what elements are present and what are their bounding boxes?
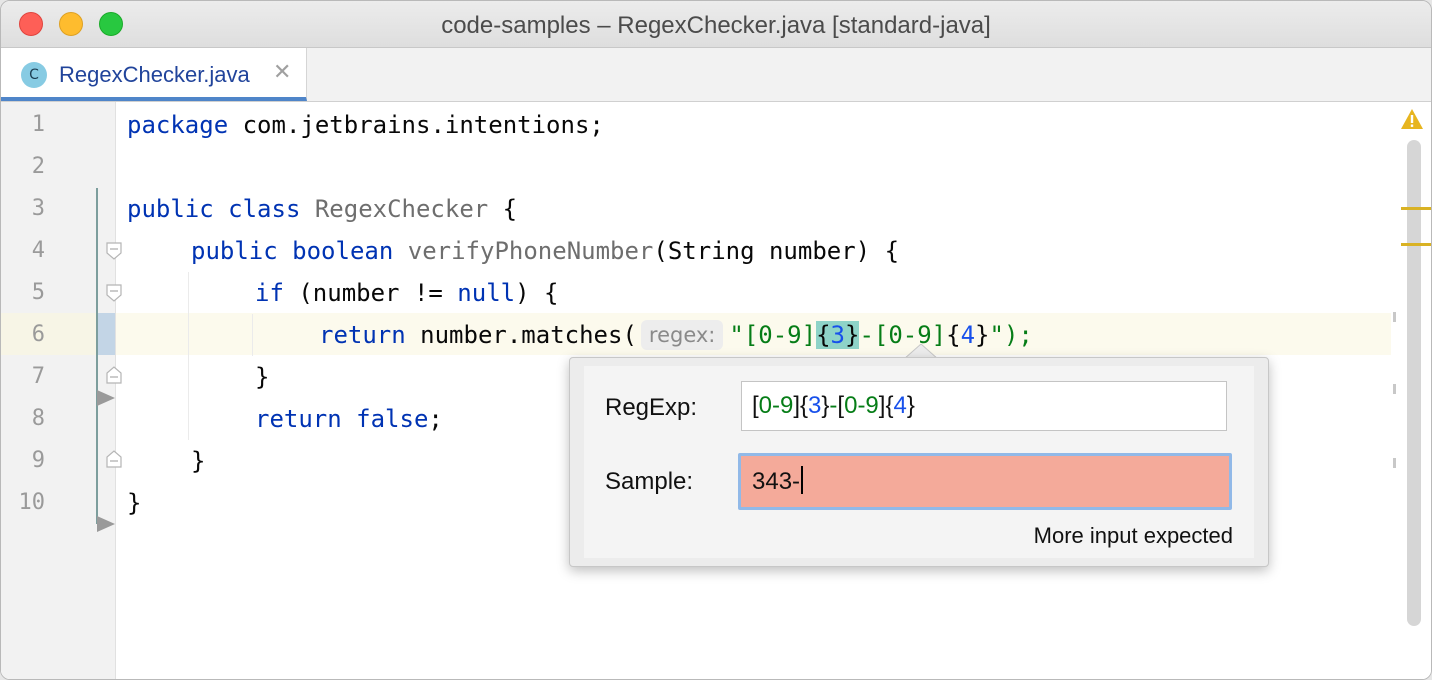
indent-guide bbox=[252, 314, 253, 356]
line-number: 6 bbox=[31, 322, 45, 347]
close-tab-icon[interactable]: ✕ bbox=[273, 60, 291, 85]
code-line-1[interactable]: package com.jetbrains.intentions; bbox=[127, 104, 604, 146]
java-class-icon: C bbox=[21, 62, 47, 88]
warning-icon[interactable] bbox=[1400, 108, 1424, 135]
line-number: 5 bbox=[31, 280, 45, 305]
line-number: 4 bbox=[31, 238, 45, 263]
title-bar: code-samples – RegexChecker.java [standa… bbox=[1, 1, 1431, 48]
sample-label: Sample: bbox=[605, 468, 694, 495]
text-caret bbox=[801, 466, 804, 494]
warning-stripe-marker[interactable] bbox=[1401, 207, 1431, 210]
line-number: 7 bbox=[31, 364, 45, 389]
code-line-8[interactable]: return false; bbox=[255, 398, 443, 440]
tab-regexchecker-java[interactable]: C RegexChecker.java ✕ bbox=[1, 48, 307, 101]
regexp-field[interactable]: [0-9]{3}-[0-9]{4} bbox=[741, 381, 1227, 431]
fold-close-icon[interactable] bbox=[105, 450, 123, 468]
code-line-7[interactable]: } bbox=[255, 356, 269, 398]
code-line-5[interactable]: if (number != null) { bbox=[255, 272, 558, 314]
line-number: 8 bbox=[31, 406, 45, 431]
code-line-3[interactable]: public class RegexChecker { bbox=[127, 188, 517, 230]
warning-stripe-marker[interactable] bbox=[1401, 243, 1431, 246]
parameter-hint: regex: bbox=[640, 320, 724, 350]
regexp-label: RegExp: bbox=[605, 394, 698, 421]
ide-window: code-samples – RegexChecker.java [standa… bbox=[0, 0, 1432, 680]
change-marker-bar bbox=[96, 188, 98, 524]
scroll-marker bbox=[1393, 384, 1396, 394]
match-status: More input expected bbox=[1033, 523, 1233, 548]
breakpoint-arrow-icon bbox=[97, 390, 115, 411]
sample-input[interactable]: 343- bbox=[738, 453, 1232, 510]
line-number: 1 bbox=[31, 112, 45, 137]
scroll-marker bbox=[1393, 458, 1396, 468]
line-number: 3 bbox=[31, 196, 45, 221]
breakpoint-arrow-icon bbox=[97, 516, 115, 537]
line-number: 9 bbox=[31, 448, 45, 473]
fold-open-icon[interactable] bbox=[105, 284, 123, 302]
code-line-9[interactable]: } bbox=[191, 440, 205, 482]
line-number: 2 bbox=[31, 154, 45, 179]
vertical-scrollbar-thumb[interactable] bbox=[1407, 140, 1421, 626]
editor-tab-bar: C RegexChecker.java ✕ bbox=[1, 48, 1431, 102]
tab-label: RegexChecker.java bbox=[59, 62, 250, 87]
scroll-marker bbox=[1393, 312, 1396, 322]
indent-guide bbox=[188, 272, 189, 440]
code-line-4[interactable]: public boolean verifyPhoneNumber(String … bbox=[191, 230, 899, 272]
window-title: code-samples – RegexChecker.java [standa… bbox=[441, 12, 991, 39]
line-number: 10 bbox=[18, 490, 46, 515]
fold-close-icon[interactable] bbox=[105, 366, 123, 384]
code-line-10[interactable]: } bbox=[127, 482, 141, 524]
fold-open-icon[interactable] bbox=[105, 242, 123, 260]
